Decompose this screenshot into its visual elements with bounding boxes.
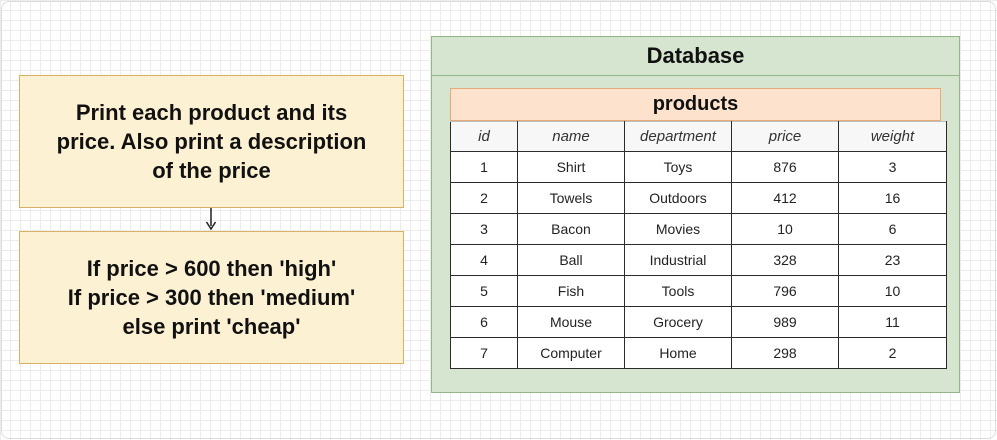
task-description-box: Print each product and its price. Also p… [19, 75, 404, 208]
cell-name: Bacon [517, 213, 625, 245]
cell-name: Towels [517, 182, 625, 214]
table-row: 7 Computer Home 298 2 [450, 337, 947, 369]
cell-weight: 11 [838, 306, 947, 338]
price-rules-box: If price > 600 then 'high' If price > 30… [19, 231, 404, 364]
cell-id: 3 [450, 213, 518, 245]
cell-id: 1 [450, 151, 518, 183]
table-row: 3 Bacon Movies 10 6 [450, 213, 947, 245]
table-row: 5 Fish Tools 796 10 [450, 275, 947, 307]
column-header-price: price [731, 121, 839, 152]
table-name: products [450, 88, 941, 121]
cell-department: Grocery [624, 306, 732, 338]
table-row: 6 Mouse Grocery 989 11 [450, 306, 947, 338]
cell-price: 876 [731, 151, 839, 183]
products-table-wrapper: products id name department price weight… [450, 88, 947, 369]
cell-name: Mouse [517, 306, 625, 338]
cell-weight: 23 [838, 244, 947, 276]
task-description-text: Print each product and its price. Also p… [56, 100, 367, 183]
products-table: id name department price weight 1 Shirt … [450, 121, 947, 369]
cell-department: Movies [624, 213, 732, 245]
table-header-row: id name department price weight [450, 121, 947, 152]
cell-weight: 10 [838, 275, 947, 307]
cell-department: Tools [624, 275, 732, 307]
database-title: Database [432, 37, 959, 76]
cell-name: Ball [517, 244, 625, 276]
column-header-name: name [517, 121, 625, 152]
cell-price: 412 [731, 182, 839, 214]
cell-weight: 6 [838, 213, 947, 245]
cell-price: 298 [731, 337, 839, 369]
cell-department: Industrial [624, 244, 732, 276]
cell-price: 796 [731, 275, 839, 307]
column-header-weight: weight [838, 121, 947, 152]
cell-price: 328 [731, 244, 839, 276]
cell-name: Shirt [517, 151, 625, 183]
column-header-department: department [624, 121, 732, 152]
cell-id: 2 [450, 182, 518, 214]
cell-weight: 2 [838, 337, 947, 369]
canvas: { "task_box": { "text": "Print each prod… [0, 0, 997, 440]
column-header-id: id [450, 121, 518, 152]
database-container: Database products id name department pri… [431, 36, 960, 393]
cell-department: Home [624, 337, 732, 369]
cell-weight: 16 [838, 182, 947, 214]
cell-department: Toys [624, 151, 732, 183]
table-row: 2 Towels Outdoors 412 16 [450, 182, 947, 214]
table-row: 1 Shirt Toys 876 3 [450, 151, 947, 183]
cell-id: 4 [450, 244, 518, 276]
table-row: 4 Ball Industrial 328 23 [450, 244, 947, 276]
cell-id: 7 [450, 337, 518, 369]
cell-id: 6 [450, 306, 518, 338]
cell-department: Outdoors [624, 182, 732, 214]
cell-price: 989 [731, 306, 839, 338]
flow-arrow-down-icon [205, 208, 217, 231]
cell-id: 5 [450, 275, 518, 307]
cell-name: Fish [517, 275, 625, 307]
cell-price: 10 [731, 213, 839, 245]
cell-name: Computer [517, 337, 625, 369]
price-rules-text: If price > 600 then 'high' If price > 30… [67, 256, 356, 339]
cell-weight: 3 [838, 151, 947, 183]
